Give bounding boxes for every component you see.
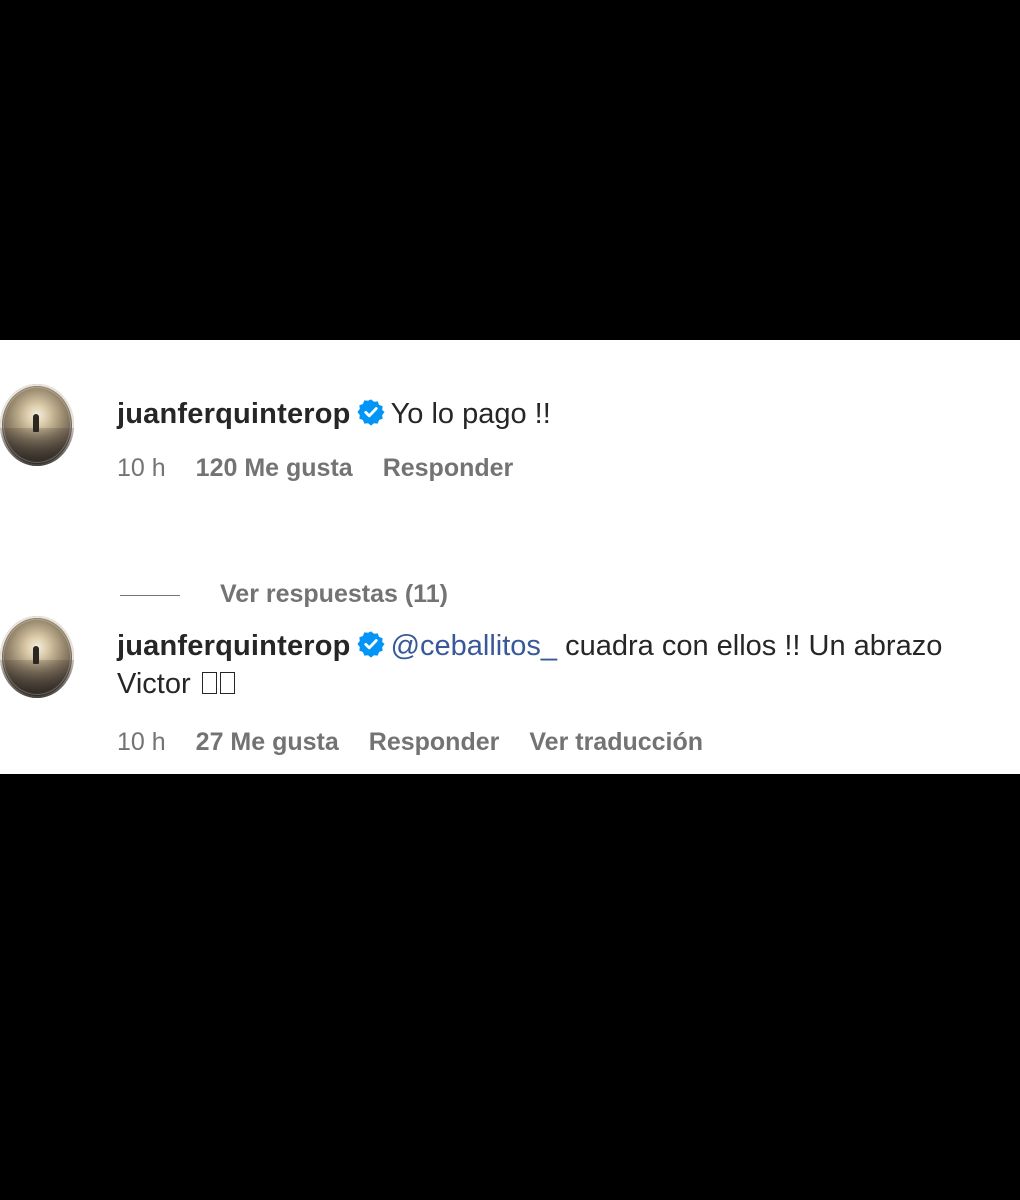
comment-time[interactable]: 10 h xyxy=(117,726,166,758)
emoji-placeholder-icon xyxy=(201,672,217,694)
comment-username[interactable]: juanferquinterop xyxy=(117,398,351,430)
reply-button[interactable]: Responder xyxy=(369,726,500,758)
avatar-ring xyxy=(3,387,71,463)
view-replies-button[interactable]: Ver respuestas (11) xyxy=(120,578,448,610)
comment-text-line: juanferquinterop Yo lo pago !! xyxy=(117,395,551,433)
replies-divider xyxy=(120,594,180,596)
screenshot-frame: juanferquinterop Yo lo pago !! 10 h 120 Me… xyxy=(0,0,1020,1200)
comment-text-line: juanferquinterop @ceballitos_ cuadra con … xyxy=(117,627,942,665)
verified-badge-icon xyxy=(357,631,385,658)
see-translation-button[interactable]: Ver traducción xyxy=(529,726,703,758)
comment-mention-link[interactable]: @ceballitos_ xyxy=(391,630,557,662)
reply-button[interactable]: Responder xyxy=(383,452,514,484)
comment-body: cuadra con ellos !! Un abrazo xyxy=(557,630,943,662)
avatar-ring xyxy=(3,619,71,695)
emoji-placeholder-icon xyxy=(219,672,235,694)
verified-badge-icon xyxy=(357,399,385,426)
comment-meta: 10 h 27 Me gusta Responder Ver traducción xyxy=(117,726,733,758)
view-replies-label: Ver respuestas (11) xyxy=(220,580,448,608)
comment-meta: 10 h 120 Me gusta Responder xyxy=(117,452,543,484)
avatar[interactable] xyxy=(0,384,74,466)
comment-body-continued: Victor xyxy=(117,668,191,700)
comment-time[interactable]: 10 h xyxy=(117,452,166,484)
comments-panel: juanferquinterop Yo lo pago !! 10 h 120 Me… xyxy=(0,340,1020,774)
comment-likes[interactable]: 27 Me gusta xyxy=(196,726,339,758)
comment-text-line-2: Victor xyxy=(117,665,235,703)
comment-body: Yo lo pago !! xyxy=(390,398,551,430)
avatar[interactable] xyxy=(0,616,74,698)
comment-username[interactable]: juanferquinterop xyxy=(117,630,351,662)
comment-likes[interactable]: 120 Me gusta xyxy=(196,452,353,484)
